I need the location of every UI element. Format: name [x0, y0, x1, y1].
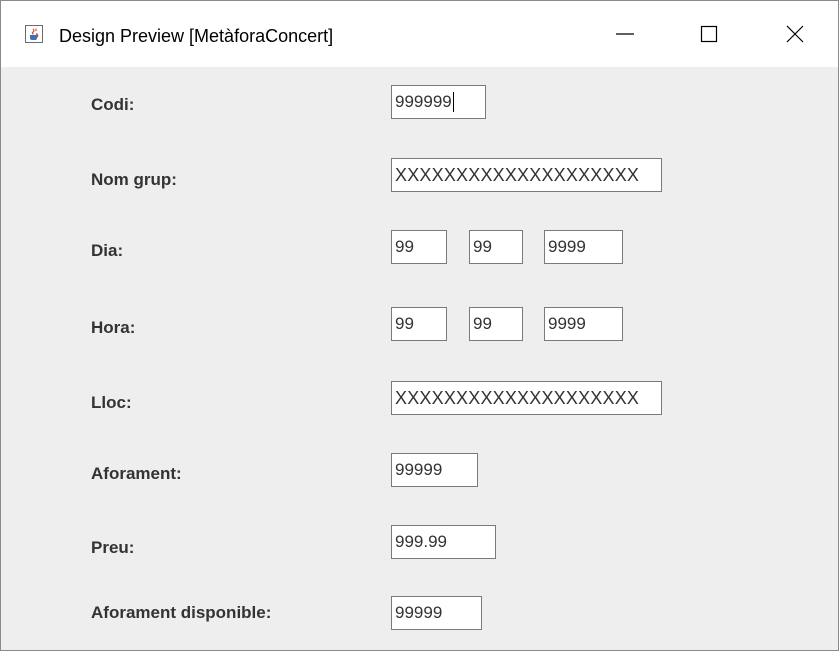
lloc-label: Lloc: [91, 393, 132, 412]
text-caret [452, 91, 454, 112]
window-title: Design Preview [MetàforaConcert] [59, 26, 334, 46]
maximize-icon [700, 25, 718, 43]
maximize-button[interactable] [667, 1, 751, 67]
java-icon[interactable] [25, 25, 43, 43]
minimize-button[interactable] [583, 1, 667, 67]
close-icon [786, 25, 804, 43]
title-bar: Design Preview [MetàforaConcert] [1, 1, 838, 67]
dia-label: Dia: [91, 241, 124, 260]
hora-label: Hora: [91, 318, 136, 337]
codi-value: 999999 [395, 92, 452, 111]
hora-field-1[interactable]: 99 [391, 307, 447, 341]
codi-label: Codi: [91, 95, 135, 114]
lloc-field[interactable]: XXXXXXXXXXXXXXXXXXXX [391, 381, 662, 415]
aforament-label: Aforament: [91, 464, 182, 483]
dia-year-field[interactable]: 9999 [544, 230, 623, 264]
hora-field-2[interactable]: 99 [469, 307, 523, 341]
preu-field[interactable]: 999.99 [391, 525, 496, 559]
dia-day-field[interactable]: 99 [391, 230, 447, 264]
aforament-field[interactable]: 99999 [391, 453, 478, 487]
app-window: Design Preview [MetàforaConcert] Codi: 9… [0, 0, 839, 651]
aforament-disponible-label: Aforament disponible: [91, 603, 272, 622]
nom-grup-label: Nom grup: [91, 170, 177, 189]
minimize-icon [616, 33, 634, 35]
hora-field-3[interactable]: 9999 [544, 307, 623, 341]
codi-field[interactable]: 999999 [391, 85, 486, 119]
close-button[interactable] [753, 1, 837, 67]
aforament-disponible-field[interactable]: 99999 [391, 596, 482, 630]
preu-label: Preu: [91, 538, 135, 557]
nom-grup-field[interactable]: XXXXXXXXXXXXXXXXXXXX [391, 158, 662, 192]
dia-month-field[interactable]: 99 [469, 230, 523, 264]
